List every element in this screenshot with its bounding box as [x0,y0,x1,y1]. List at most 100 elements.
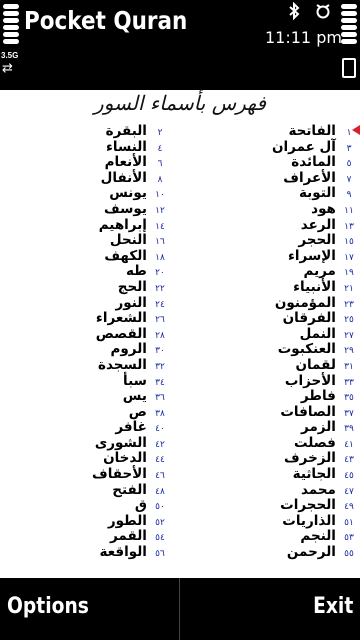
surah-name: يس [122,388,147,405]
surah-name: هود [311,200,336,217]
surah-name: الرحمن [286,544,336,561]
surah-list-item[interactable]: ٤٩ الحجرات [183,496,357,514]
surah-list-item[interactable]: ١ الفاتحة [183,122,357,139]
surah-list-item[interactable]: ٤٤ الدخان [18,449,168,467]
surah-list-item[interactable]: ٢٩ العنكبوت [183,340,357,358]
surah-name: الإسراء [288,247,336,264]
surah-number: ٥٥ [344,549,354,560]
surah-name: الأنبياء [293,278,336,295]
surah-name: ق [134,497,147,514]
surah-list-item[interactable]: ٣٧ الصافات [183,403,357,420]
surah-name: النمل [299,325,336,342]
surah-list-item[interactable]: ٢٤ النور [18,294,168,311]
surah-list-item[interactable]: ٥٠ ق [18,496,168,514]
surah-name: الأنفال [100,169,147,186]
surah-name: الدخان [103,450,147,467]
signal-strength-icon [3,4,19,46]
surah-list-item[interactable]: ٤٢ الشورى [18,434,168,451]
surah-name: الفاتحة [288,123,336,139]
surah-name: فصلت [293,434,336,451]
surah-name: الفرقان [282,310,336,327]
surah-name: الأنعام [104,154,147,171]
surah-list-item[interactable]: ٢٥ الفرقان [183,309,357,327]
surah-list-item[interactable]: ٨ الأنفال [18,169,168,186]
surah-list-item[interactable]: ٤ النساء [18,138,168,155]
surah-list-item[interactable]: ٣٩ الزمر [183,418,357,436]
surah-name: الحج [117,278,147,295]
surah-list-item[interactable]: ٣ آل عمران [183,138,357,155]
surah-list-item[interactable]: ٣٤ سبأ [18,372,168,389]
surah-list-item[interactable]: ١٣ الرعد [183,216,357,233]
surah-list-item[interactable]: ٢٦ الشعراء [18,309,168,326]
surah-list-item[interactable]: ٥١ الذاريات [183,512,357,529]
surah-list-item[interactable]: ٧ الأعراف [183,169,357,186]
surah-list-item[interactable]: ٢٧ النمل [183,325,357,342]
surah-name: يونس [109,185,147,202]
surah-list-item[interactable]: ٤٧ محمد [183,481,357,498]
surah-list-item[interactable]: ٣٢ السجدة [18,356,168,373]
surah-name: الزخرف [284,450,336,467]
surah-name: الحجرات [280,497,336,514]
surah-name: الطور [107,512,147,529]
surah-name: طه [126,263,147,280]
surah-list-item[interactable]: ٥٤ القمر [18,527,168,545]
surah-list-right-column: ١ الفاتحة ٣ آل عمران ٥ المائدة ٧ الأعراف ٩ ا… [183,122,357,561]
surah-name: الأحقاف [92,466,147,483]
surah-list-item[interactable]: ٤٣ الزخرف [183,449,357,467]
surah-list-item[interactable]: ٦ الأنعام [18,153,168,171]
surah-list-item[interactable]: ٥٣ النجم [183,527,357,545]
bluetooth-icon [289,2,300,20]
surah-list-item[interactable]: ١١ هود [183,200,357,217]
surah-name: الفتح [112,481,147,498]
surah-name: الزمر [301,419,336,436]
softkey-bar: Options Exit [0,578,360,640]
surah-name: التوبة [298,185,336,202]
surah-list-item[interactable]: ١٧ الإسراء [183,247,357,264]
surah-list-item[interactable]: ٣٥ فاطر [183,387,357,404]
surah-name: الكهف [104,247,147,264]
surah-name: النحل [109,232,147,249]
surah-list-item[interactable]: ٤٥ الجاثية [183,465,357,482]
surah-name: الحجر [298,232,336,249]
surah-list-item[interactable]: ١٨ الكهف [18,247,168,264]
surah-list-item[interactable]: ٢١ الأنبياء [183,278,357,295]
surah-list-item[interactable]: ١٦ النحل [18,231,168,249]
surah-list-item[interactable]: ٢٨ القصص [18,325,168,342]
surah-list-item[interactable]: ٥٥ الرحمن [183,543,357,561]
surah-list-item[interactable]: ٤٨ الفتح [18,481,168,498]
surah-list-item[interactable]: ١٠ يونس [18,184,168,202]
surah-list-item[interactable]: ٣٦ يس [18,387,168,405]
surah-list-item[interactable]: ٤٦ الأحقاف [18,465,168,483]
options-softkey[interactable]: Options [7,594,89,619]
surah-list-item[interactable]: ١٥ الحجر [183,231,357,249]
surah-list-item[interactable]: ١٤ إبراهيم [18,216,168,233]
surah-list-item[interactable]: ٣١ لقمان [183,356,357,373]
surah-list-item[interactable]: ٥٢ الطور [18,512,168,529]
surah-name: الرعد [300,216,336,233]
surah-list-item[interactable]: ٩ التوبة [183,184,357,202]
surah-name: مريم [303,263,336,280]
surah-list-item[interactable]: ٣٣ الأحزاب [183,372,357,389]
surah-list-item[interactable]: ٥٦ الواقعة [18,543,168,560]
surah-list-item[interactable]: ٣٨ ص [18,403,168,420]
surah-list-item[interactable]: ٢٣ المؤمنون [183,294,357,311]
surah-list-item[interactable]: ٢ البقرة [18,122,168,139]
surah-list-item[interactable]: ١٢ يوسف [18,200,168,217]
surah-list-item[interactable]: ٥ المائدة [183,153,357,170]
surah-name: النجم [300,528,336,545]
surah-list-item[interactable]: ٤٠ غافر [18,418,168,435]
surah-list-item[interactable]: ٤١ فصلت [183,434,357,451]
surah-name: البقرة [105,123,147,139]
surah-list-item[interactable]: ٢٠ طه [18,262,168,280]
surah-name: النور [115,294,147,311]
surah-name: سبأ [123,372,147,389]
surah-name: النساء [105,138,147,155]
network-mode-label: 3.5G [1,51,19,60]
surah-list-item[interactable]: ١٩ مريم [183,262,357,280]
surah-list-item[interactable]: ٢٢ الحج [18,278,168,295]
surah-list-item[interactable]: ٣٠ الروم [18,340,168,358]
surah-name: محمد [300,481,336,498]
surah-name: الأحزاب [284,372,336,389]
exit-softkey[interactable]: Exit [313,594,353,619]
app-title: Pocket Quran [24,6,188,35]
